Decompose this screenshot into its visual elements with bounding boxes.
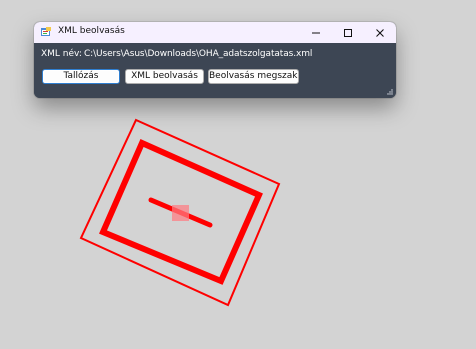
minimize-button[interactable]	[300, 22, 332, 43]
cancel-read-button[interactable]: Beolvasás megszakítás	[208, 69, 299, 84]
desktop-canvas: XML beolvasás XML név: C:\Users\Asus\Dow…	[0, 0, 476, 349]
minimize-icon	[312, 32, 320, 33]
maximize-button[interactable]	[332, 22, 364, 43]
resize-grip-icon[interactable]	[386, 88, 393, 95]
center-pink-marker	[172, 205, 189, 221]
xml-app-icon	[41, 27, 51, 36]
xml-reader-window[interactable]: XML beolvasás XML név: C:\Users\Asus\Dow…	[34, 22, 396, 98]
close-button[interactable]	[364, 22, 396, 43]
outer-rotated-rectangle	[79, 118, 281, 307]
window-content: XML név: C:\Users\Asus\Downloads\OHA_ada…	[34, 43, 396, 98]
read-xml-button[interactable]: XML beolvasás	[125, 69, 204, 84]
close-icon	[376, 28, 384, 37]
xml-name-label: XML név:	[41, 49, 82, 59]
inner-rotated-rectangle	[99, 139, 263, 285]
window-titlebar[interactable]: XML beolvasás	[34, 22, 396, 44]
maximize-icon	[344, 28, 352, 37]
browse-button[interactable]: Tallózás	[42, 69, 120, 84]
window-title: XML beolvasás	[58, 26, 125, 36]
center-red-line	[148, 197, 213, 228]
xml-path-value: C:\Users\Asus\Downloads\OHA_adatszolgata…	[84, 49, 313, 59]
